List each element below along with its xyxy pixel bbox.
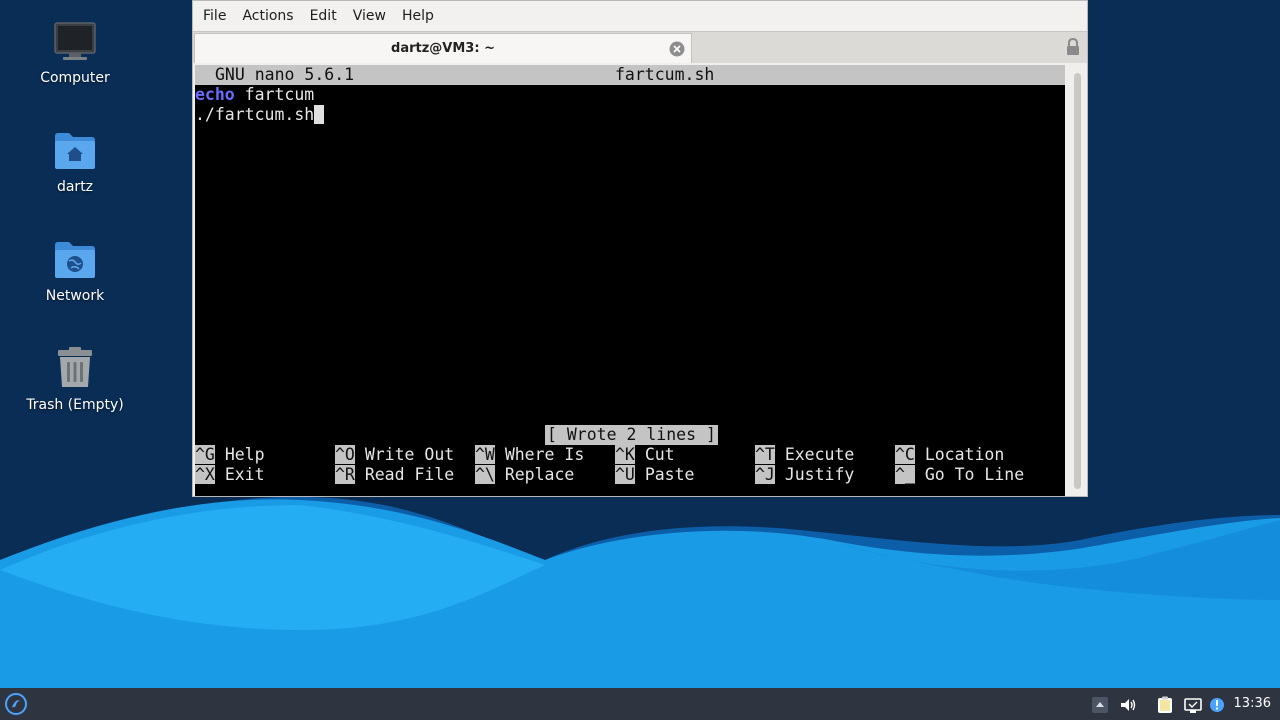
shortcut-label: Execute xyxy=(784,445,855,464)
desktop-icon-label: dartz xyxy=(56,179,94,195)
desktop-icon-trash[interactable]: Trash (Empty) xyxy=(20,345,130,437)
line-text: ./fartcum.sh xyxy=(195,105,315,124)
shortcut-exit: ^X Exit xyxy=(195,465,265,485)
shortcut-label: Go To Line xyxy=(924,465,1025,484)
shortcut-key: ^J xyxy=(755,465,775,484)
scrollbar-thumb[interactable] xyxy=(1074,73,1081,489)
menu-edit[interactable]: Edit xyxy=(302,1,345,31)
desktop-icon-label: Network xyxy=(45,288,105,304)
nano-status-message: [ Wrote 2 lines ] xyxy=(545,425,718,445)
shortcut-label: Read File xyxy=(364,465,455,484)
tab-title: dartz@VM3: ~ xyxy=(391,41,495,56)
menu-help[interactable]: Help xyxy=(394,1,442,31)
nano-title-bar: GNU nano 5.6.1 fartcum.sh xyxy=(195,65,1065,85)
editor-line: echo fartcum xyxy=(195,85,314,105)
shortcut-where-is: ^W Where Is xyxy=(475,445,584,465)
shortcut-label: Help xyxy=(224,445,265,464)
shortcut-label: Justify xyxy=(784,465,855,484)
shortcut-key: ^W xyxy=(475,445,495,464)
shortcut-label: Location xyxy=(924,445,1005,464)
shortcut-execute: ^T Execute xyxy=(755,445,854,465)
volume-icon[interactable] xyxy=(1119,696,1137,714)
shortcut-key: ^O xyxy=(335,445,355,464)
shortcut-key: ^U xyxy=(615,465,635,484)
shortcut-key: ^T xyxy=(755,445,775,464)
notification-icon[interactable] xyxy=(1208,696,1226,714)
shortcut-label: Write Out xyxy=(364,445,455,464)
shortcut-key: ^_ xyxy=(895,465,915,484)
terminal-tab[interactable]: dartz@VM3: ~ xyxy=(194,33,692,63)
menu-bar: File Actions Edit View Help xyxy=(193,1,1087,31)
menu-view[interactable]: View xyxy=(345,1,394,31)
clipboard-icon[interactable] xyxy=(1156,696,1174,714)
taskbar: 13:36 xyxy=(0,688,1280,720)
menu-file[interactable]: File xyxy=(195,1,234,31)
shortcut-cut: ^K Cut xyxy=(615,445,675,465)
shortcut-replace: ^\ Replace xyxy=(475,465,574,485)
menu-actions[interactable]: Actions xyxy=(234,1,301,31)
shortcut-paste: ^U Paste xyxy=(615,465,694,485)
desktop-icon-computer[interactable]: Computer xyxy=(20,18,130,110)
line-text: fartcum xyxy=(234,85,315,104)
desktop-icon-label: Trash (Empty) xyxy=(26,397,124,413)
shortcut-justify: ^J Justify xyxy=(755,465,854,485)
network-icon[interactable] xyxy=(1184,696,1202,714)
shortcut-label: Paste xyxy=(644,465,695,484)
desktop-icon-network[interactable]: Network xyxy=(20,236,130,328)
terminal-window[interactable]: File Actions Edit View Help dartz@VM3: ~… xyxy=(192,0,1088,497)
shortcut-write-out: ^O Write Out xyxy=(335,445,454,465)
shortcut-label: Replace xyxy=(504,465,575,484)
shortcut-key: ^C xyxy=(895,445,915,464)
shortcut-key: ^G xyxy=(195,445,215,464)
start-menu-icon[interactable] xyxy=(4,692,28,716)
home-folder-icon xyxy=(52,127,98,173)
shortcut-label: Where Is xyxy=(504,445,585,464)
nano-version: GNU nano 5.6.1 xyxy=(215,65,355,84)
trash-icon xyxy=(52,345,98,391)
editor-line: ./fartcum.sh xyxy=(195,105,325,125)
shortcut-label: Exit xyxy=(224,465,265,484)
clock[interactable]: 13:36 xyxy=(1234,688,1271,720)
show-hidden-tray-icon[interactable] xyxy=(1091,696,1109,714)
shortcut-go-to-line: ^_ Go To Line xyxy=(895,465,1024,485)
tab-bar: dartz@VM3: ~ xyxy=(193,31,1087,63)
shortcut-label: Cut xyxy=(644,445,675,464)
shell-keyword: echo xyxy=(195,85,235,104)
shortcut-help: ^G Help xyxy=(195,445,265,465)
close-icon[interactable] xyxy=(669,41,685,57)
lock-icon[interactable] xyxy=(1065,38,1081,56)
shortcut-read-file: ^R Read File xyxy=(335,465,454,485)
shortcut-location: ^C Location xyxy=(895,445,1004,465)
nano-filename: fartcum.sh xyxy=(615,65,715,84)
terminal-scrollbar[interactable] xyxy=(1072,67,1084,495)
terminal-output[interactable]: GNU nano 5.6.1 fartcum.sh echo fartcum .… xyxy=(195,65,1065,496)
shortcut-key: ^R xyxy=(335,465,355,484)
desktop-icon-label: Computer xyxy=(40,70,110,86)
shortcut-key: ^K xyxy=(615,445,635,464)
shortcut-key: ^X xyxy=(195,465,215,484)
desktop-icon-home-folder[interactable]: dartz xyxy=(20,127,130,219)
text-cursor xyxy=(314,105,325,124)
computer-icon xyxy=(52,18,98,64)
network-folder-icon xyxy=(52,236,98,282)
shortcut-key: ^\ xyxy=(475,465,495,484)
